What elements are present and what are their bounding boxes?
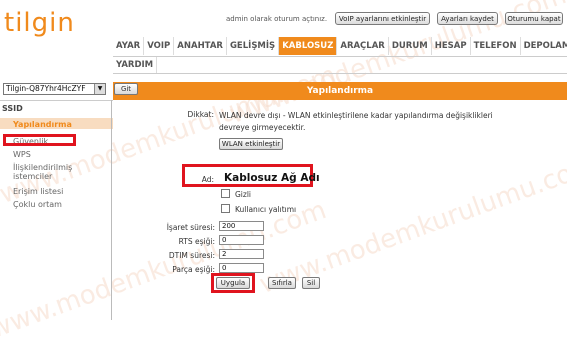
- login-status-text: admin olarak oturum açtınız.: [226, 15, 328, 23]
- frag-input[interactable]: 0: [219, 263, 264, 273]
- nav-divider: [113, 73, 567, 74]
- rts-input[interactable]: 0: [219, 235, 264, 245]
- save-settings-button[interactable]: Ayarları kaydet: [437, 12, 498, 25]
- enable-voip-button[interactable]: VoIP ayarlarını etkinleştir: [335, 12, 430, 25]
- nav-tab-araçlar[interactable]: ARAÇLAR: [337, 37, 389, 55]
- sidebar-item-multimedia[interactable]: Çoklu ortam: [13, 200, 62, 209]
- hidden-checkbox[interactable]: [221, 189, 230, 198]
- sidebar-item-associated-clients[interactable]: İlişkilendirilmiş istemciler: [13, 163, 108, 181]
- nav-tab-hesap[interactable]: HESAP: [432, 37, 471, 55]
- sidebar-item-yapilandirma[interactable]: Yapılandırma: [13, 120, 72, 129]
- page-title: Yapılandırma: [306, 86, 374, 96]
- rts-label: RTS eşiği:: [178, 237, 215, 246]
- sidebar-divider: [111, 100, 112, 320]
- device-select-value: Tilgin-Q87Yhr4HcZYF: [6, 84, 86, 93]
- user-isolation-checkbox[interactable]: [221, 204, 230, 213]
- nav-tab-ayar[interactable]: AYAR: [113, 37, 145, 55]
- nav-tab-voip[interactable]: VOIP: [144, 37, 175, 55]
- reset-button[interactable]: Sıfırla: [268, 277, 296, 289]
- nav-tab-geli̇şmi̇ş[interactable]: GELİŞMİŞ: [227, 37, 280, 55]
- beacon-input[interactable]: 200: [219, 221, 264, 231]
- tilgin-logo: tilgin: [4, 8, 75, 38]
- delete-button[interactable]: Sil: [302, 277, 320, 289]
- dtim-input[interactable]: 2: [219, 249, 264, 259]
- notice-label: Dikkat:: [187, 110, 214, 119]
- sidebar-heading: SSID: [2, 104, 23, 113]
- dtim-label: DTIM süresi:: [168, 251, 215, 260]
- enable-wlan-button[interactable]: WLAN etkinleştir: [219, 138, 283, 150]
- nav-tab-yardim[interactable]: YARDIM: [113, 56, 158, 74]
- frag-label: Parça eşiği:: [172, 265, 215, 274]
- beacon-label: İşaret süresi:: [166, 223, 215, 232]
- nav-tab-kablosuz[interactable]: KABLOSUZ: [279, 37, 338, 55]
- device-select[interactable]: Tilgin-Q87Yhr4HcZYF ▼: [3, 83, 106, 95]
- nav-tab-anahtar[interactable]: ANAHTAR: [174, 37, 227, 55]
- ssid-name-field[interactable]: Kablosuz Ağ Adı: [224, 172, 320, 184]
- logout-button[interactable]: Oturumu kapat: [505, 12, 563, 25]
- nav-tab-durum[interactable]: DURUM: [389, 37, 432, 55]
- hidden-label: Gizli: [235, 190, 251, 199]
- chevron-down-icon[interactable]: ▼: [94, 84, 105, 94]
- sidebar-item-wps[interactable]: WPS: [13, 150, 31, 159]
- nav-tab-telefon[interactable]: TELEFON: [471, 37, 521, 55]
- go-button[interactable]: Git: [114, 83, 138, 95]
- nav-tab-depolama[interactable]: DEPOLAMA: [521, 37, 567, 55]
- apply-button[interactable]: Uygula: [216, 277, 250, 289]
- highlight-box: [3, 134, 76, 146]
- divider: [0, 100, 113, 101]
- sidebar-item-access-list[interactable]: Erişim listesi: [13, 187, 63, 196]
- user-isolation-label: Kullanıcı yalıtımı: [235, 205, 297, 214]
- notice-text: WLAN devre dışı - WLAN etkinleştirilene …: [219, 111, 493, 132]
- nav-divider: [113, 56, 567, 57]
- ad-label: Ad:: [201, 175, 214, 184]
